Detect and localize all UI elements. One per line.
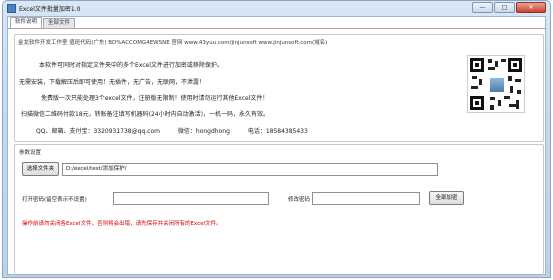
window-controls: — □ ✕ (472, 2, 546, 13)
minimize-button[interactable]: — (472, 2, 493, 13)
description-text: 本软件可同时对指定文件夹中的多个Excel文件进行加密或移除保护。 (39, 62, 223, 69)
qr-finder-bottom-left (470, 96, 484, 110)
tab-strip: 软件说明 全部文件 (10, 17, 76, 28)
folder-path-input[interactable]: D:/excel/test/添加保护/ (62, 163, 438, 176)
settings-group-title: 参数设置 (19, 150, 42, 156)
app-icon (7, 4, 16, 13)
qr-finder-top-right (508, 58, 522, 72)
tab-software-info[interactable]: 软件说明 (10, 17, 43, 28)
warning-text: 操作前请勿关闭各Excel文件，否则将会出错，请先保存并关闭所有的Excel文件… (22, 221, 222, 227)
qr-code-image (467, 55, 525, 113)
qr-avatar-image (489, 77, 505, 93)
maximize-button[interactable]: □ (494, 2, 515, 13)
free-limit-text: 免费版一次只能处理3个excel文件，注册版无限制！使用时请勿运行其他Excel… (41, 95, 269, 102)
settings-panel: 参数设置 选择文件夹 D:/excel/test/添加保护/ 打开密码(留空表示… (14, 144, 544, 276)
window-title: Excel文件批量加密1.0 (19, 6, 81, 13)
modify-password-label: 修改密码 (288, 197, 311, 203)
no-install-text: 无需安装，下载解压后即可使用！无插件，无广告，无联网，不泄露！ (19, 79, 206, 86)
close-button[interactable]: ✕ (516, 2, 546, 13)
studio-info-text: 金龙软件开发工作室 值班代码(广东) BD%ACCOMG4EWSNE 官网 ww… (18, 40, 328, 46)
client-area: 软件说明 全部文件 金龙软件开发工作室 值班代码(广东) BD%ACCOMG4E… (7, 16, 546, 276)
select-folder-button[interactable]: 选择文件夹 (22, 162, 59, 176)
contact-wechat-label: 微信： (177, 128, 196, 135)
info-panel: 金龙软件开发工作室 值班代码(广东) BD%ACCOMG4EWSNE 官网 ww… (14, 34, 544, 142)
contact-line: QQ、邮箱、支付宝：3320931738@qq.com 微信：hongdhong… (36, 126, 308, 135)
title-bar[interactable]: Excel文件批量加密1.0 — □ ✕ (3, 1, 550, 16)
payment-text: 扫描微信二维码付款18元，转账备注填写机器码(24小时内自动激活)，一机一码，永… (21, 111, 269, 118)
modify-password-input[interactable] (312, 192, 420, 205)
contact-qq-value: 3320931738@qq.com (93, 128, 160, 135)
qr-finder-top-left (470, 58, 484, 72)
tab-all-files[interactable]: 全部文件 (43, 18, 76, 28)
open-password-input[interactable] (113, 192, 269, 205)
contact-wechat-value: hongdhong (195, 128, 230, 135)
contact-qq-label: QQ、邮箱、支付宝： (36, 128, 94, 135)
open-password-label: 打开密码(留空表示不设置) (22, 197, 87, 203)
contact-phone-value: 18584385433 (265, 128, 308, 135)
tab-divider (8, 28, 545, 29)
contact-phone-label: 电话： (247, 128, 266, 135)
app-window: Excel文件批量加密1.0 — □ ✕ 软件说明 全部文件 金龙软件开发工作室… (2, 0, 551, 278)
encrypt-all-button[interactable]: 全部加密 (429, 191, 464, 205)
